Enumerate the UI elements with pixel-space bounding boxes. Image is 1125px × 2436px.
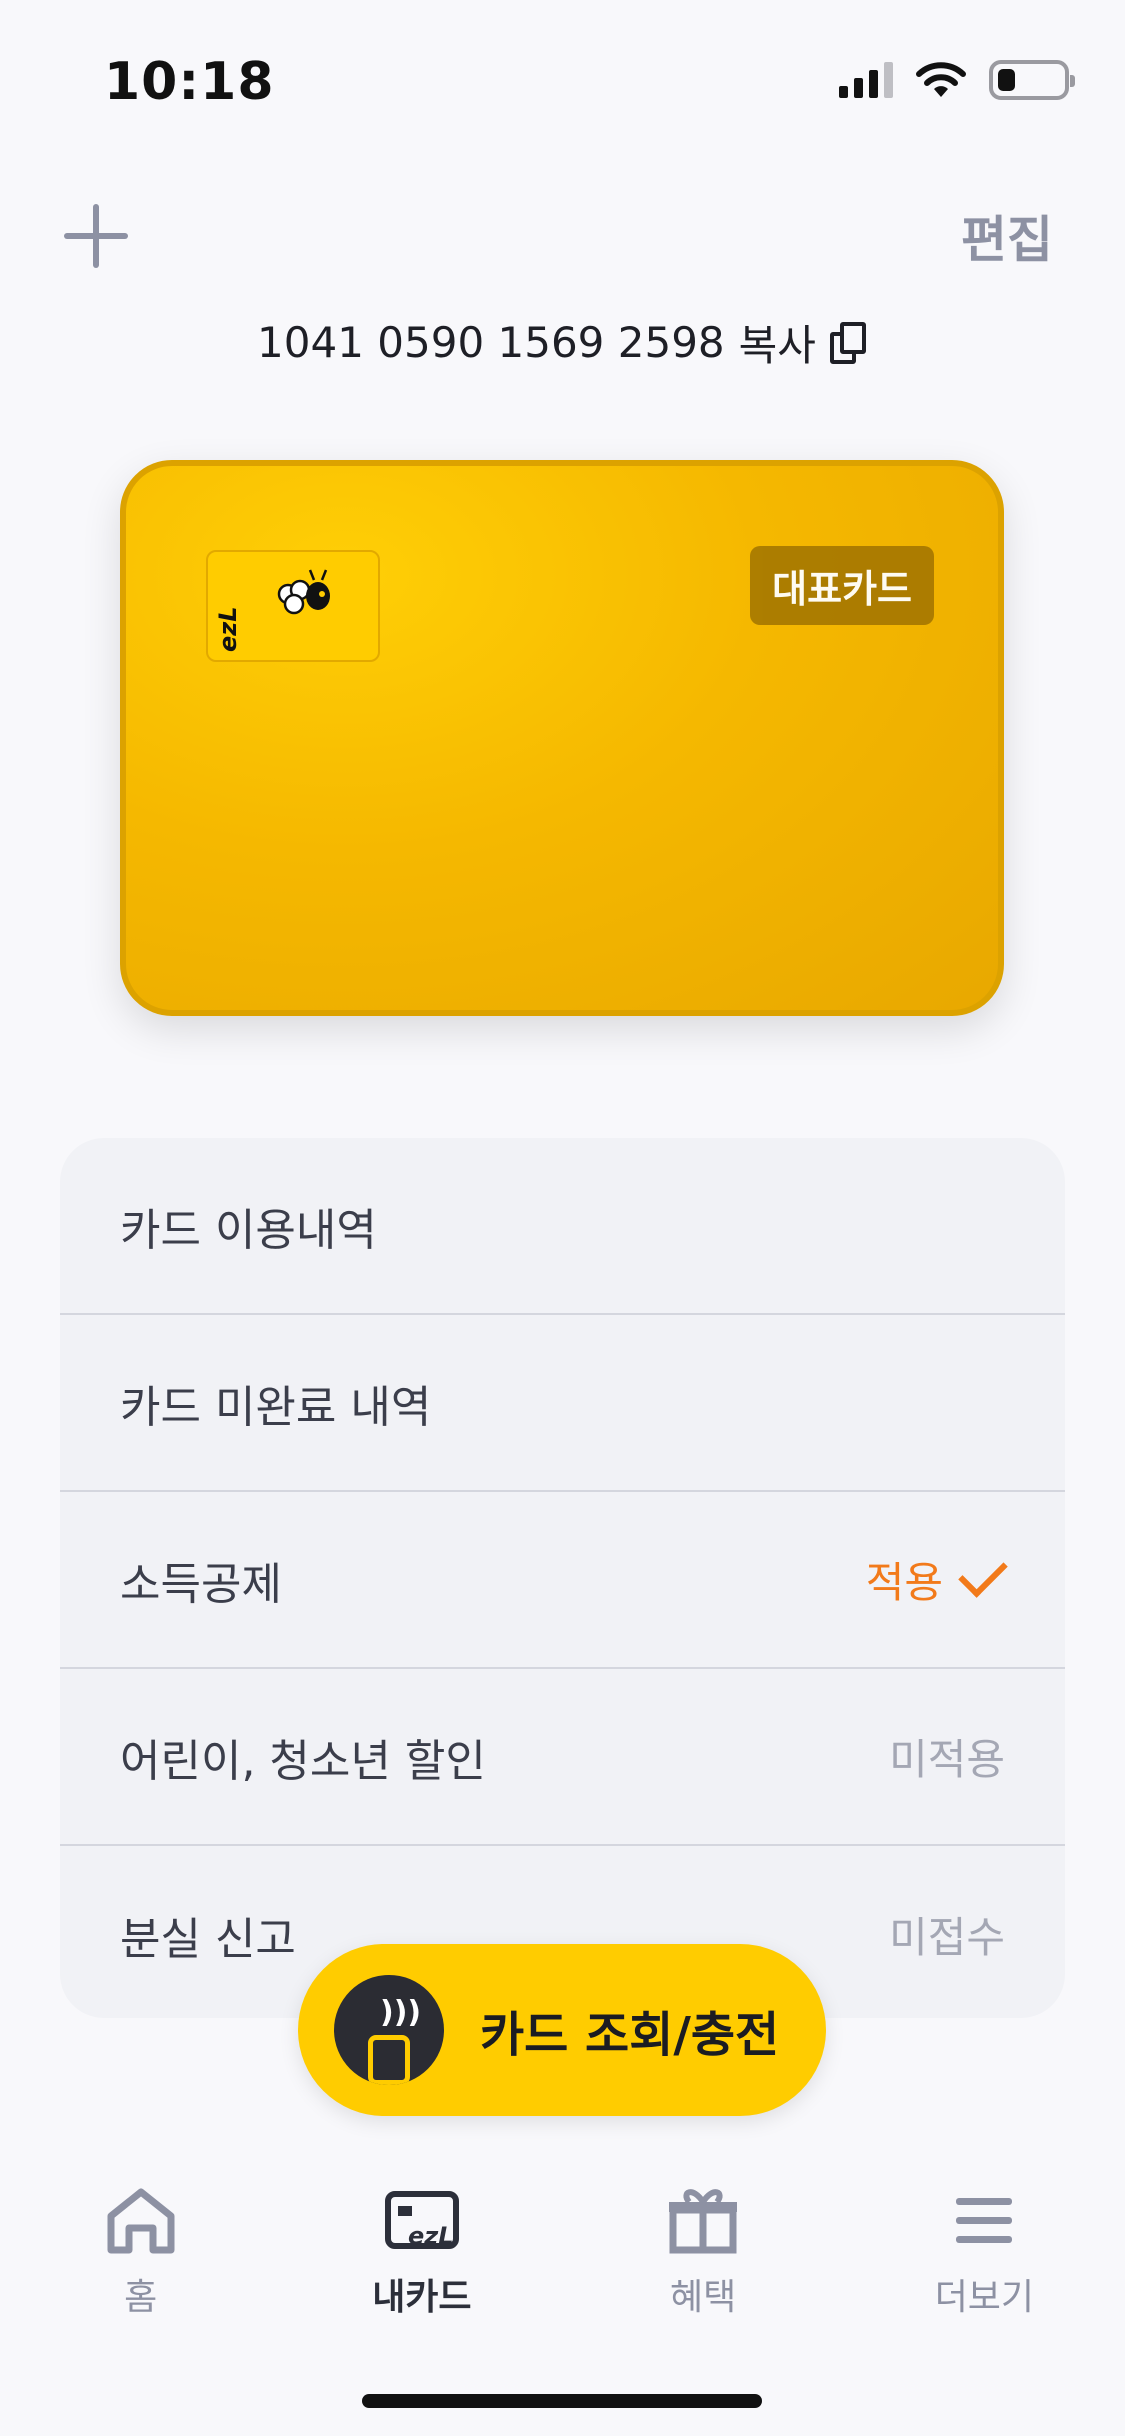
ezl-card-icon: ezL <box>384 2191 459 2250</box>
tab-more[interactable]: 더보기 <box>844 2160 1125 2320</box>
my-card-screen: 10:18 편집 1041 0590 1569 2598 복사 ezL 대표카드… <box>0 0 1125 2436</box>
status-text: 적용 <box>865 1558 943 1607</box>
edit-button[interactable]: 편집 <box>961 200 1053 272</box>
battery-icon <box>989 60 1075 100</box>
plus-icon[interactable] <box>64 204 128 268</box>
menu-item-label: 어린이, 청소년 할인 <box>120 1735 486 1787</box>
loss-report-status: 미접수 <box>889 1913 1005 1962</box>
tab-my-card[interactable]: ezL 내카드 <box>281 2160 562 2320</box>
youth-discount-status: 미적용 <box>889 1735 1005 1784</box>
bee-mascot-icon <box>277 569 330 615</box>
transit-card[interactable]: ezL 대표카드 <box>120 460 1004 1016</box>
tab-label: 내카드 <box>372 2277 472 2318</box>
menu-item-label: 카드 이용내역 <box>120 1204 377 1256</box>
copy-button[interactable]: 복사 <box>739 312 816 373</box>
nfc-phone-icon: ))) <box>334 1975 444 2085</box>
primary-card-badge: 대표카드 <box>750 546 934 625</box>
fab-label: 카드 조회/충전 <box>480 2007 780 2063</box>
card-number-row: 1041 0590 1569 2598 복사 <box>0 312 1125 373</box>
tab-label: 혜택 <box>670 2277 737 2318</box>
status-time: 10:18 <box>104 52 275 112</box>
menu-item-incomplete-history[interactable]: 카드 미완료 내역 <box>60 1315 1065 1492</box>
wifi-icon <box>916 62 966 97</box>
tab-label: 더보기 <box>934 2277 1035 2318</box>
status-icons <box>839 60 1075 100</box>
menu-item-usage-history[interactable]: 카드 이용내역 <box>60 1138 1065 1315</box>
menu-icon <box>956 2198 1013 2243</box>
bottom-tab-bar: 홈 ezL 내카드 혜택 더보기 <box>0 2160 1125 2320</box>
tab-home[interactable]: 홈 <box>0 2160 281 2320</box>
gift-icon <box>669 2189 738 2254</box>
menu-item-label: 소득공제 <box>120 1558 282 1610</box>
card-thumbnail: ezL <box>206 550 380 662</box>
tab-benefits[interactable]: 혜택 <box>563 2160 844 2320</box>
tab-label: 홈 <box>124 2277 158 2318</box>
card-menu: 카드 이용내역 카드 미완료 내역 소득공제 적용 어린이, 청소년 할인 미적… <box>60 1138 1065 2018</box>
menu-item-label: 분실 신고 <box>120 1913 296 1965</box>
copy-icon[interactable] <box>829 321 868 364</box>
home-icon <box>107 2188 175 2254</box>
menu-item-income-deduction[interactable]: 소득공제 적용 <box>60 1492 1065 1669</box>
menu-item-youth-discount[interactable]: 어린이, 청소년 할인 미적용 <box>60 1669 1065 1846</box>
menu-item-label: 카드 미완료 내역 <box>120 1381 432 1433</box>
card-number: 1041 0590 1569 2598 <box>257 318 725 367</box>
ezl-logo: ezL <box>214 606 242 652</box>
home-indicator <box>362 2394 762 2408</box>
income-deduction-status: 적용 <box>865 1547 1008 1610</box>
svg-text:ezL: ezL <box>408 2222 454 2250</box>
card-check-charge-button[interactable]: ))) 카드 조회/충전 <box>298 1944 826 2116</box>
checkmark-icon <box>958 1547 1008 1598</box>
cellular-signal-icon <box>839 62 893 98</box>
